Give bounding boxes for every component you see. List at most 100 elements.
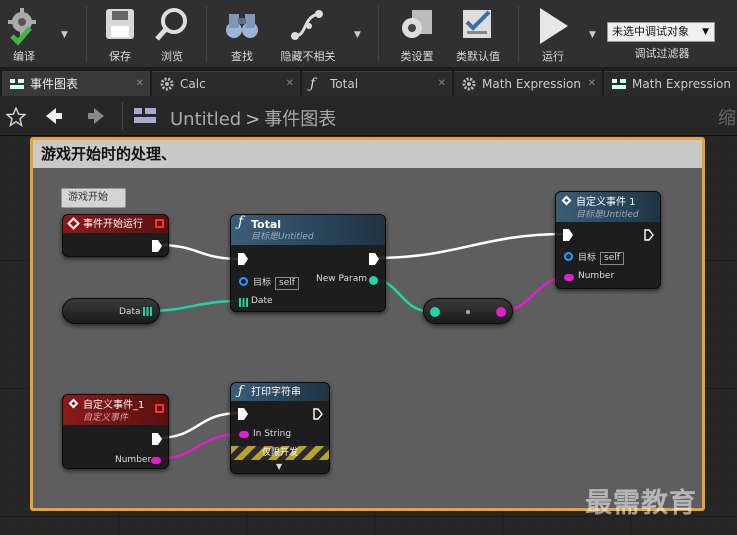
data-variable-node[interactable]: Data <box>62 298 160 324</box>
debug-filter-label: 调试过滤器 <box>634 47 690 60</box>
print-string-header: ƒ 打印字符串 <box>231 383 329 401</box>
breadcrumb-bar: Untitled > 事件图表 缩 <box>0 96 737 136</box>
magnifier-icon <box>155 8 187 41</box>
tab-total[interactable]: ƒ Total ✕ <box>302 71 452 96</box>
custom-event-1-header: 自定义事件 1 目标是Untitled <box>556 192 660 222</box>
custom-event-1-title: 自定义事件 1 <box>576 197 636 208</box>
zoom-label-cut: 缩 <box>718 108 736 129</box>
tab-close-icon[interactable]: ✕ <box>136 72 144 96</box>
comment-tag[interactable]: 游戏开始 <box>61 188 126 208</box>
graph-grid-icon <box>134 108 156 123</box>
total-new-param-label: New Param <box>316 274 368 284</box>
event-diamond-icon <box>561 195 572 206</box>
new-param-pin-icon[interactable] <box>369 276 378 285</box>
compile-button[interactable]: 编译 <box>2 4 46 64</box>
print-string-title: 打印字符串 <box>251 387 301 398</box>
dev-only-label: 仅限开发 <box>261 448 298 458</box>
toolbar: 编译 ▼ 保存 浏览 查找 隐藏不相关 ▼ 类设置 类默认值 运行 ▼ 未选中调… <box>0 0 737 68</box>
forward-arrow-icon[interactable] <box>86 106 106 126</box>
begin-play-title: 事件开始运行 <box>83 219 143 230</box>
nav-divider <box>122 102 123 130</box>
debug-select-chevron-down-icon: ▼ <box>702 27 709 37</box>
exec-out-pin-icon[interactable] <box>369 253 379 265</box>
graph-grid-icon <box>10 79 24 89</box>
target-pin-icon[interactable] <box>564 252 573 261</box>
find-button[interactable]: 查找 <box>220 4 264 64</box>
play-button[interactable]: 运行 <box>530 4 576 64</box>
event-diamond-icon <box>67 217 80 230</box>
star-icon[interactable] <box>6 107 26 127</box>
data-variable-label: Data <box>119 307 141 317</box>
graph-canvas[interactable]: 游戏开始时的处理、 游戏开始 事件开始运行 Data ƒ Total 目标是Un… <box>0 136 737 535</box>
date-array-pin-icon[interactable] <box>239 298 248 307</box>
toolbar-divider <box>378 6 379 62</box>
class-defaults-button[interactable]: 类默认值 <box>450 4 506 64</box>
exec-out-pin-icon[interactable] <box>644 229 654 241</box>
debug-object-value: 未选中调试对象 <box>612 25 689 38</box>
exec-in-pin-icon[interactable] <box>238 408 248 420</box>
exec-out-pin-icon[interactable] <box>152 433 162 445</box>
number-pin-icon[interactable] <box>564 274 574 281</box>
exec-in-pin-icon[interactable] <box>563 229 573 241</box>
breadcrumb-graph[interactable]: 事件图表 <box>264 109 336 130</box>
delegate-pin-icon[interactable] <box>155 219 164 228</box>
compile-gear-icon <box>8 8 36 46</box>
debug-object-select[interactable]: 未选中调试对象 ▼ <box>607 22 715 42</box>
hide-options-chevron-down-icon[interactable]: ▼ <box>354 30 361 40</box>
print-string-node[interactable]: ƒ 打印字符串 In String 仅限开发 ▼ <box>230 382 330 474</box>
tab-label: 事件图表 <box>30 77 79 91</box>
compile-options-chevron-down-icon[interactable]: ▼ <box>61 30 68 40</box>
play-triangle-icon <box>540 8 568 44</box>
expand-chevron-down-icon[interactable]: ▼ <box>276 462 282 471</box>
total-target-row: 目标 self <box>253 275 299 290</box>
total-function-node[interactable]: ƒ Total 目标是Untitled 目标 self New Param Dat… <box>230 214 386 312</box>
exec-out-pin-icon[interactable] <box>313 408 323 420</box>
hide-unrelated-label: 隐藏不相关 <box>280 50 336 63</box>
toolbar-divider <box>86 6 87 62</box>
reroute-in-pin-icon[interactable] <box>430 307 440 317</box>
hide-unrelated-button[interactable]: 隐藏不相关 <box>276 4 340 64</box>
reroute-out-pin-icon[interactable] <box>496 307 506 317</box>
custom-event-underscore-1-title: 自定义事件_1 <box>83 400 145 411</box>
breadcrumb: Untitled > 事件图表 <box>170 105 336 131</box>
tab-bar: 事件图表 ✕ Calc ✕ ƒ Total ✕ Math Expression ✕ Ma… <box>0 68 737 96</box>
breadcrumb-asset[interactable]: Untitled <box>170 109 241 130</box>
custom-event-underscore-1-number-label: Number <box>115 455 152 465</box>
tab-close-icon[interactable]: ✕ <box>588 72 596 96</box>
tab-event-graph[interactable]: 事件图表 ✕ <box>2 71 150 96</box>
find-label: 查找 <box>231 50 253 63</box>
class-settings-button[interactable]: 类设置 <box>392 4 442 64</box>
play-options-chevron-down-icon[interactable]: ▼ <box>589 30 596 40</box>
custom-event-underscore-1-node[interactable]: 自定义事件_1 自定义事件 Number <box>62 394 169 469</box>
number-pin-icon[interactable] <box>151 457 161 464</box>
tab-close-icon[interactable]: ✕ <box>438 72 446 96</box>
custom-event-1-self-box[interactable]: self <box>600 252 624 265</box>
exec-in-pin-icon[interactable] <box>238 253 248 265</box>
total-header: ƒ Total 目标是Untitled <box>231 215 385 245</box>
in-string-pin-icon[interactable] <box>239 431 249 438</box>
breadcrumb-separator: > <box>245 109 261 130</box>
begin-play-node[interactable]: 事件开始运行 <box>62 214 169 257</box>
browse-button[interactable]: 浏览 <box>150 4 194 64</box>
custom-event-underscore-1-header: 自定义事件_1 自定义事件 <box>63 395 168 425</box>
tab-calc[interactable]: Calc ✕ <box>152 71 300 96</box>
tab-label: Math Expression <box>632 77 731 91</box>
delegate-pin-icon[interactable] <box>155 404 164 413</box>
save-floppy-icon <box>106 9 134 39</box>
struct-array-pin-icon[interactable] <box>143 307 152 316</box>
tab-close-icon[interactable]: ✕ <box>286 72 294 96</box>
tab-math-expression-2[interactable]: Math Expression <box>604 71 737 96</box>
total-self-box[interactable]: self <box>275 277 299 290</box>
tab-math-expression-1[interactable]: Math Expression ✕ <box>454 71 602 96</box>
total-subtitle: 目标是Untitled <box>251 232 314 242</box>
function-icon: ƒ <box>238 384 243 399</box>
save-button[interactable]: 保存 <box>98 4 142 64</box>
exec-out-pin-icon[interactable] <box>152 240 162 252</box>
reroute-node[interactable] <box>423 298 513 324</box>
custom-event-1-target-row: 目标 self <box>578 250 624 265</box>
custom-event-1-node[interactable]: 自定义事件 1 目标是Untitled 目标 self Number <box>555 191 661 289</box>
comment-title[interactable]: 游戏开始时的处理、 <box>33 140 702 168</box>
back-arrow-icon[interactable] <box>44 106 64 126</box>
class-settings-label: 类设置 <box>400 50 434 63</box>
target-pin-icon[interactable] <box>239 277 248 286</box>
